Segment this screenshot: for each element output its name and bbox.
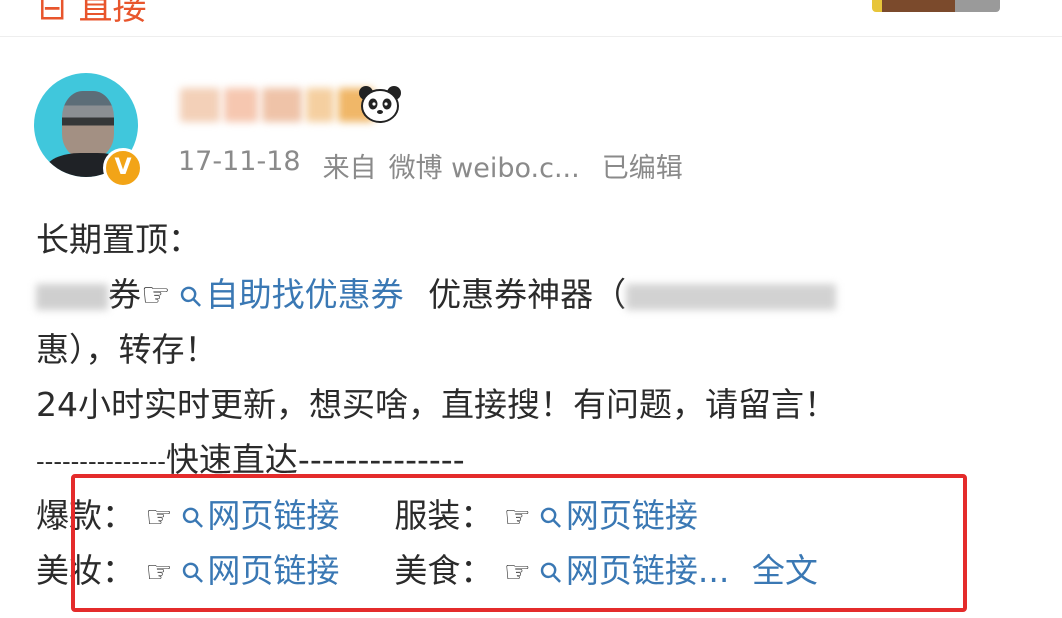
full-text-link[interactable]: 全文: [752, 551, 818, 590]
avatar-face: [62, 91, 114, 157]
top-nav-link[interactable]: ⊟ 直接: [38, 0, 147, 29]
top-nav-icon: ⊟: [38, 0, 67, 28]
web-link-beauty[interactable]: ⚲网页链接: [174, 551, 340, 592]
coupon-prefix: 券☞: [108, 275, 171, 314]
post-line-quick-access: ---------------快速直达--------------: [36, 440, 465, 480]
web-link-hot[interactable]: ⚲网页链接: [174, 496, 340, 537]
web-link-clothing[interactable]: ⚲网页链接: [532, 496, 698, 537]
quick-access-title: 快速直达: [165, 440, 298, 479]
post-edited-label: 已编辑: [601, 153, 683, 184]
coupon-link-label: 自助找优惠券: [205, 275, 404, 314]
top-nav-link-label: 直接: [78, 0, 147, 28]
pointing-hand-icon: ☞: [503, 500, 531, 535]
post-line-coupon: 券☞ ⚲自助找优惠券 优惠券神器（: [36, 275, 837, 316]
username[interactable]: [180, 85, 374, 125]
link-row-2: 美妆： ☞ ⚲网页链接 美食： ☞ ⚲网页链接... 全文: [36, 551, 818, 592]
category-label-clothing: 服装：: [394, 496, 494, 535]
web-link-label: 网页链接: [207, 551, 340, 590]
pointing-hand-icon: ☞: [145, 500, 173, 535]
post-meta: 17-11-18 来自 微博 weibo.c... 已编辑: [178, 146, 683, 185]
panda-icon: [359, 86, 401, 123]
post-source-name: 微博 weibo.c...: [388, 153, 580, 184]
top-bar: ⊟ 直接: [0, 0, 1062, 37]
post-line-save: 惠），转存！: [36, 330, 218, 369]
web-link-label: 网页链接: [565, 496, 698, 535]
username-blurred-segment: [306, 88, 334, 122]
blurred-text: [36, 283, 108, 310]
divider-dashes-left: ---------------: [36, 447, 166, 476]
post-line-pinned: 长期置顶：: [36, 220, 201, 259]
pointing-hand-icon: ☞: [503, 555, 531, 590]
username-blurred-segment: [180, 88, 220, 122]
post-source[interactable]: 来自 微博 weibo.c...: [323, 146, 580, 185]
coupon-link[interactable]: ⚲自助找优惠券: [172, 275, 404, 316]
post-line-updates: 24小时实时更新，想买啥，直接搜！有问题，请留言！: [36, 385, 837, 424]
web-link-label: 网页链接: [207, 496, 340, 535]
username-blurred-segment: [262, 88, 302, 122]
username-blurred-segment: [224, 88, 258, 122]
post-source-prefix: 来自: [322, 153, 377, 184]
post-date: 17-11-18: [178, 146, 301, 177]
divider-dashes-right: --------------: [297, 440, 465, 479]
category-label-food: 美食：: [394, 551, 494, 590]
blurred-text: [626, 283, 837, 310]
pointing-hand-icon: ☞: [145, 555, 173, 590]
coupon-tool-text: 优惠券神器（: [428, 275, 627, 314]
category-label-hot: 爆款：: [36, 496, 135, 535]
category-label-beauty: 美妆：: [36, 551, 135, 590]
verified-badge-icon: V: [103, 148, 143, 188]
web-link-food[interactable]: ⚲网页链接...: [532, 551, 730, 592]
top-thumbnail[interactable]: [872, 0, 1000, 12]
web-link-label: 网页链接...: [565, 551, 730, 590]
link-row-1: 爆款： ☞ ⚲网页链接 服装： ☞ ⚲网页链接: [36, 496, 698, 537]
